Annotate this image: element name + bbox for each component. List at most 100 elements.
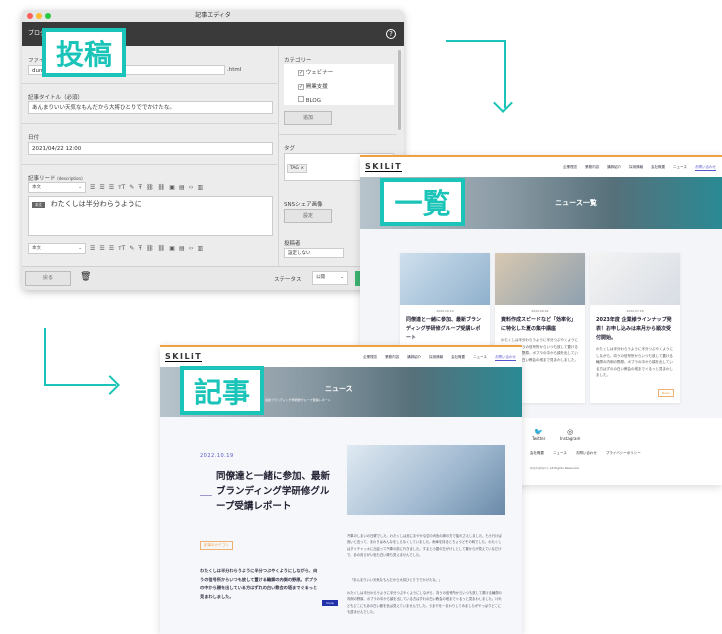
category-item[interactable]: ✓ 開業支援 (298, 82, 328, 90)
checkbox-checked-icon[interactable]: ✓ (298, 70, 304, 76)
author-select[interactable]: 設定しない (284, 248, 344, 258)
back-button[interactable]: 戻る (25, 271, 71, 286)
title-input[interactable]: あんまりいい天気なもんだから大将ひとりででかけたな。 (28, 101, 273, 114)
status-label: ステータス (274, 277, 302, 283)
footer-link[interactable]: プライバシーポリシー (606, 451, 641, 456)
nav-item[interactable]: 講師紹介 (607, 165, 621, 171)
nav-item[interactable]: ニュース (473, 355, 487, 361)
close-window-button[interactable] (27, 13, 33, 19)
site-logo[interactable]: SKILiT (365, 162, 403, 172)
align-center-icon[interactable]: ☰ (99, 184, 104, 191)
color-picker-icon[interactable]: ✎ (129, 184, 134, 191)
category-item[interactable]: ✓ ウェビナー (298, 68, 333, 76)
card-image (495, 253, 585, 305)
color-picker-icon[interactable]: ✎ (129, 245, 134, 252)
checkbox-icon[interactable] (298, 96, 304, 102)
align-center-icon[interactable]: ☰ (99, 245, 104, 252)
more-button[interactable]: more (322, 600, 338, 606)
twitter-link[interactable]: 🐦 Twitter (532, 428, 545, 441)
minimize-window-button[interactable] (36, 13, 42, 19)
unlink-icon[interactable]: ⛓ (158, 245, 166, 252)
tag-chip[interactable]: TAG × (287, 164, 308, 173)
card-title[interactable]: 同僚達と一緒に参加、最新ブランディング学研修グループ受講レポート (400, 313, 490, 346)
checkbox-checked-icon[interactable]: ✓ (298, 84, 304, 90)
add-category-button[interactable]: 追加 (284, 111, 332, 125)
align-right-icon[interactable]: ☰ (109, 184, 114, 191)
align-right-icon[interactable]: ☰ (109, 245, 114, 252)
align-left-icon[interactable]: ☰ (90, 184, 95, 191)
nav-item[interactable]: 採用情報 (629, 165, 643, 171)
card-title[interactable]: 2023年度 企業様ラインナップ発表！お申し込みは来月から順次受付開始。 (590, 313, 680, 346)
nav-item[interactable]: 採用情報 (429, 355, 443, 361)
nav-item[interactable]: 企業理念 (563, 165, 577, 171)
site-nav: 企業理念 業務内容 講師紹介 採用情報 会社概要 ニュース お問い合わせ (563, 165, 716, 171)
sns-label: SNSシェア画像 (284, 202, 323, 208)
nav-item-contact[interactable]: お問い合わせ (695, 165, 716, 171)
nav-item[interactable]: ニュース (673, 165, 687, 171)
post-label: 投稿 (42, 28, 126, 77)
card-text: わたくしは半分わらうように半分つぶやくようにしながら、向うの信号所からいつも放し… (596, 347, 673, 377)
category-label: ウェビナー (305, 70, 334, 76)
instagram-icon: ◎ (567, 428, 574, 436)
font-size-icon[interactable]: ᴛT (118, 245, 125, 252)
date-input[interactable]: 2021/04/22 12:00 (28, 142, 273, 155)
nav-item[interactable]: 会社概要 (651, 165, 665, 171)
format-select[interactable]: 本文 ⌄ (28, 182, 86, 193)
flow-arrow-left (44, 328, 116, 386)
status-select[interactable]: 公開 ⌄ (312, 271, 348, 285)
site-logo[interactable]: SKILiT (165, 352, 203, 362)
article-label: 記事 (180, 366, 264, 415)
footer-link[interactable]: お問い合わせ (576, 451, 597, 456)
comment-icon[interactable]: ▤ (179, 245, 185, 252)
sns-set-button[interactable]: 設定 (284, 209, 332, 223)
article-date: 2022.10.19 (200, 453, 234, 459)
nav-item[interactable]: 講師紹介 (407, 355, 421, 361)
link-icon[interactable]: ⛓ (146, 245, 154, 252)
table-icon[interactable]: ▥ (197, 245, 203, 252)
lead-label-sub: (description) (57, 176, 83, 181)
body-format-toolbar: 本文 ⌄ ☰ ☰ ☰ ᴛT ✎ Ŧ ⛓ ⛓ ▣ ▤ ‹› ▥ (28, 243, 203, 254)
footer-link[interactable]: 会社概要 (530, 451, 544, 456)
text-box-icon[interactable]: Ŧ (138, 184, 142, 191)
lead-textarea[interactable]: 本文 わたくしは半分わらうように (28, 196, 273, 236)
news-card[interactable]: 2022.07.29 2023年度 企業様ラインナップ発表！お申し込みは来月から… (590, 253, 680, 403)
divider (279, 134, 397, 135)
link-icon[interactable]: ⛓ (146, 184, 154, 191)
align-left-icon[interactable]: ☰ (90, 245, 95, 252)
nav-item[interactable]: 企業理念 (363, 355, 377, 361)
hero-title: ニュース一覧 (555, 199, 597, 207)
table-icon[interactable]: ▥ (197, 184, 203, 191)
code-icon[interactable]: ‹› (189, 245, 194, 252)
nav-item[interactable]: 業務内容 (585, 165, 599, 171)
editor-footer: 戻る 🗑 ステータス 公開 ⌄ (22, 266, 404, 290)
copyright: (C)(C)(C)(C). All Rights Reserved. (530, 466, 580, 470)
zoom-window-button[interactable] (45, 13, 51, 19)
font-size-icon[interactable]: ᴛT (118, 184, 125, 191)
code-icon[interactable]: ‹› (189, 184, 194, 191)
text-box-icon[interactable]: Ŧ (138, 245, 142, 252)
categories-label: カテゴリー (284, 58, 312, 64)
format-select-2[interactable]: 本文 ⌄ (28, 243, 86, 254)
card-title[interactable]: 資料作成スピードなど「効率化」に特化した夏の集中講座 (495, 313, 585, 337)
help-icon[interactable]: ? (386, 29, 396, 39)
category-tag[interactable]: 記事のカテゴリ (200, 541, 233, 550)
instagram-link[interactable]: ◎ Instagram (560, 428, 580, 441)
site-header: SKILiT 企業理念 業務内容 講師紹介 採用情報 会社概要 ニュース お問い合わせ (160, 347, 522, 367)
image-icon[interactable]: ▣ (169, 245, 175, 252)
scrollbar[interactable] (398, 50, 401, 130)
unlink-icon[interactable]: ⛓ (158, 184, 166, 191)
image-icon[interactable]: ▣ (169, 184, 175, 191)
card-tag[interactable]: News (657, 389, 674, 397)
footer-link[interactable]: ニュース (553, 451, 567, 456)
trash-icon[interactable]: 🗑 (80, 272, 91, 282)
category-item[interactable]: BLOG (298, 96, 321, 104)
nav-item[interactable]: 業務内容 (385, 355, 399, 361)
article-image (347, 445, 505, 515)
list-label: 一覧 (380, 178, 465, 226)
site-header: SKILiT 企業理念 業務内容 講師紹介 採用情報 会社概要 ニュース お問い合わせ (360, 157, 722, 177)
divider (22, 164, 277, 165)
nav-item-contact[interactable]: お問い合わせ (495, 355, 516, 361)
nav-item[interactable]: 会社概要 (451, 355, 465, 361)
divider (22, 83, 277, 84)
comment-icon[interactable]: ▤ (179, 184, 185, 191)
